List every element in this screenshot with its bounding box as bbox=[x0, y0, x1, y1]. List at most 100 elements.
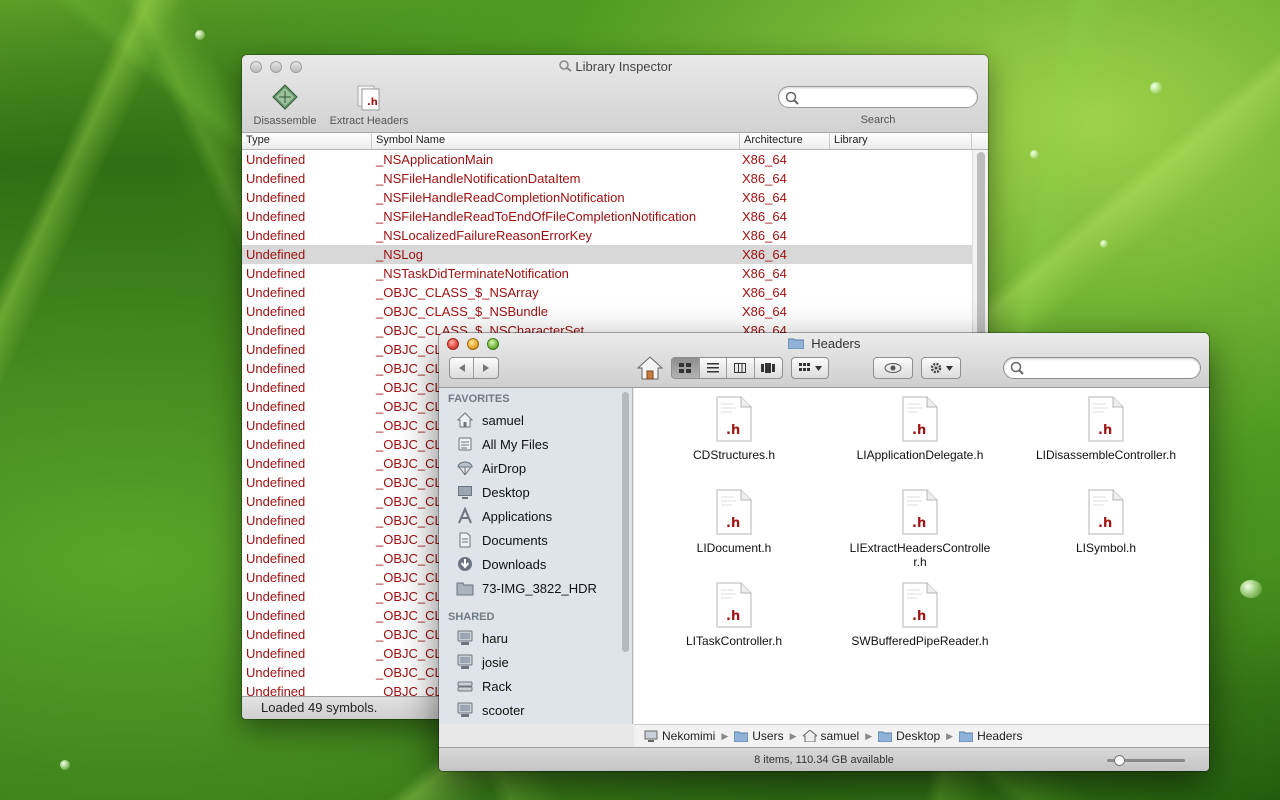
sidebar-item-desktop[interactable]: Desktop bbox=[439, 480, 632, 504]
column-view-button[interactable] bbox=[727, 358, 755, 378]
path-segment[interactable]: Nekomimi bbox=[644, 729, 715, 743]
sidebar-scrollbar[interactable] bbox=[622, 392, 629, 652]
list-view-button[interactable] bbox=[700, 358, 727, 378]
column-header-symbol-name[interactable]: Symbol Name bbox=[372, 134, 740, 149]
sidebar-item-73-img-3822-hdr[interactable]: 73-IMG_3822_HDR bbox=[439, 576, 632, 600]
eye-icon bbox=[874, 358, 912, 378]
file-name-continuation: r.h bbox=[913, 555, 927, 569]
sidebar-item-all-my-files[interactable]: All My Files bbox=[439, 432, 632, 456]
finder-window-title: Headers bbox=[439, 336, 1209, 351]
cell-type: Undefined bbox=[246, 646, 306, 661]
cell-type: Undefined bbox=[246, 266, 306, 281]
arrange-menu-button[interactable] bbox=[792, 358, 828, 378]
column-header-type[interactable]: Type bbox=[242, 134, 372, 149]
finder-window: Headers FAVORITES samuel All My Files Ai… bbox=[439, 333, 1209, 771]
cell-type: Undefined bbox=[246, 247, 306, 262]
li-search-field[interactable] bbox=[778, 86, 978, 108]
table-row[interactable]: Undefined _NSFileHandleNotificationDataIt… bbox=[242, 169, 972, 188]
table-row[interactable]: Undefined _OBJC_CLASS_$_NSArray X86_64 bbox=[242, 283, 972, 302]
file-type-badge: .h bbox=[726, 516, 741, 531]
file-item[interactable]: .h LIExtractHeadersControlle r.h bbox=[835, 489, 1005, 569]
sidebar-item-haru[interactable]: haru bbox=[439, 626, 632, 650]
view-mode-control bbox=[671, 357, 783, 379]
home-icon bbox=[456, 411, 474, 429]
sidebar-item-downloads[interactable]: Downloads bbox=[439, 552, 632, 576]
cell-architecture: X86_64 bbox=[742, 247, 787, 262]
table-row[interactable]: Undefined _OBJC_CLASS_$_NSBundle X86_64 bbox=[242, 302, 972, 321]
sidebar-item-label: josie bbox=[482, 654, 509, 670]
header-file-icon: .h bbox=[902, 396, 938, 442]
cell-type: Undefined bbox=[246, 437, 306, 452]
file-item[interactable]: .h LISymbol.h bbox=[1021, 489, 1191, 555]
cell-type: Undefined bbox=[246, 209, 306, 224]
column-header-architecture[interactable]: Architecture bbox=[740, 134, 830, 149]
path-segment-label: Headers bbox=[977, 729, 1023, 743]
table-row[interactable]: Undefined _NSTaskDidTerminateNotification… bbox=[242, 264, 972, 283]
file-icon-grid: .h CDStructures.h .h LIApplicationDelegate.… bbox=[634, 388, 1209, 724]
disassemble-button[interactable]: Disassemble bbox=[250, 83, 320, 127]
li-search-input[interactable] bbox=[803, 90, 963, 104]
documents-icon bbox=[456, 531, 474, 549]
folder-icon bbox=[877, 730, 893, 743]
cell-architecture: X86_64 bbox=[742, 152, 787, 167]
sidebar-item-airdrop[interactable]: AirDrop bbox=[439, 456, 632, 480]
disassemble-icon bbox=[271, 83, 299, 111]
quick-look-button[interactable] bbox=[873, 357, 913, 379]
icon-size-slider[interactable] bbox=[1107, 755, 1185, 766]
column-header-library[interactable]: Library bbox=[830, 134, 972, 149]
home-icon[interactable] bbox=[636, 355, 664, 381]
file-item[interactable]: .h LIDisassembleController.h bbox=[1021, 396, 1191, 462]
path-segment[interactable]: Desktop bbox=[877, 729, 940, 743]
table-row[interactable]: Undefined _NSFileHandleReadToEndOfFileCom… bbox=[242, 207, 972, 226]
file-item[interactable]: .h CDStructures.h bbox=[649, 396, 819, 462]
sidebar-item-samuel[interactable]: samuel bbox=[439, 408, 632, 432]
icon-view-button[interactable] bbox=[672, 358, 700, 378]
sidebar-item-josie[interactable]: josie bbox=[439, 650, 632, 674]
cell-architecture: X86_64 bbox=[742, 304, 787, 319]
file-item[interactable]: .h LIDocument.h bbox=[649, 489, 819, 555]
sidebar-item-documents[interactable]: Documents bbox=[439, 528, 632, 552]
sidebar-item-applications[interactable]: Applications bbox=[439, 504, 632, 528]
file-type-badge: .h bbox=[1098, 516, 1113, 531]
folder-icon bbox=[958, 730, 974, 743]
back-button[interactable] bbox=[450, 358, 474, 378]
cell-architecture: X86_64 bbox=[742, 285, 787, 300]
table-row[interactable]: Undefined _NSFileHandleReadCompletionNoti… bbox=[242, 188, 972, 207]
file-name: LIDocument.h bbox=[696, 541, 772, 555]
applications-icon bbox=[456, 506, 474, 525]
computer-icon bbox=[644, 730, 658, 742]
sidebar-item-label: haru bbox=[482, 630, 509, 646]
cell-type: Undefined bbox=[246, 475, 306, 490]
all-files-icon bbox=[456, 435, 474, 453]
cell-type: Undefined bbox=[246, 285, 306, 300]
extract-headers-button[interactable]: .h Extract Headers bbox=[326, 83, 412, 127]
finder-sidebar: FAVORITES samuel All My Files AirDrop Deskt… bbox=[439, 388, 633, 724]
downloads-icon bbox=[456, 555, 474, 573]
table-row[interactable]: Undefined _NSLog X86_64 bbox=[242, 245, 972, 264]
path-segment[interactable]: Headers bbox=[958, 729, 1023, 743]
forward-button[interactable] bbox=[474, 358, 498, 378]
sidebar-item-rack[interactable]: Rack bbox=[439, 674, 632, 698]
sidebar-item-label: Downloads bbox=[482, 556, 547, 572]
action-menu-button[interactable] bbox=[921, 357, 961, 379]
path-segment[interactable]: Users bbox=[733, 729, 784, 743]
cell-type: Undefined bbox=[246, 418, 306, 433]
finder-status-text: 8 items, 110.34 GB available bbox=[754, 754, 894, 766]
icon-size-slider-knob[interactable] bbox=[1113, 755, 1125, 766]
arrange-menu[interactable] bbox=[791, 357, 829, 379]
cover-flow-button[interactable] bbox=[755, 358, 782, 378]
li-scroll-thumb[interactable] bbox=[977, 152, 985, 352]
sidebar-item-wyle[interactable]: wyle bbox=[439, 722, 632, 724]
path-segment[interactable]: samuel bbox=[801, 729, 859, 743]
finder-search-field[interactable] bbox=[1003, 357, 1201, 379]
file-item[interactable]: .h LITaskController.h bbox=[649, 582, 819, 648]
file-type-badge: .h bbox=[912, 516, 927, 531]
cell-symbol-name: _NSFileHandleReadCompletionNotification bbox=[376, 190, 625, 205]
back-forward-control bbox=[449, 357, 499, 379]
file-item[interactable]: .h SWBufferedPipeReader.h bbox=[835, 582, 1005, 648]
sidebar-item-scooter[interactable]: scooter bbox=[439, 698, 632, 722]
file-item[interactable]: .h LIApplicationDelegate.h bbox=[835, 396, 1005, 462]
table-row[interactable]: Undefined _NSApplicationMain X86_64 bbox=[242, 150, 972, 169]
cell-type: Undefined bbox=[246, 399, 306, 414]
table-row[interactable]: Undefined _NSLocalizedFailureReasonErrorK… bbox=[242, 226, 972, 245]
